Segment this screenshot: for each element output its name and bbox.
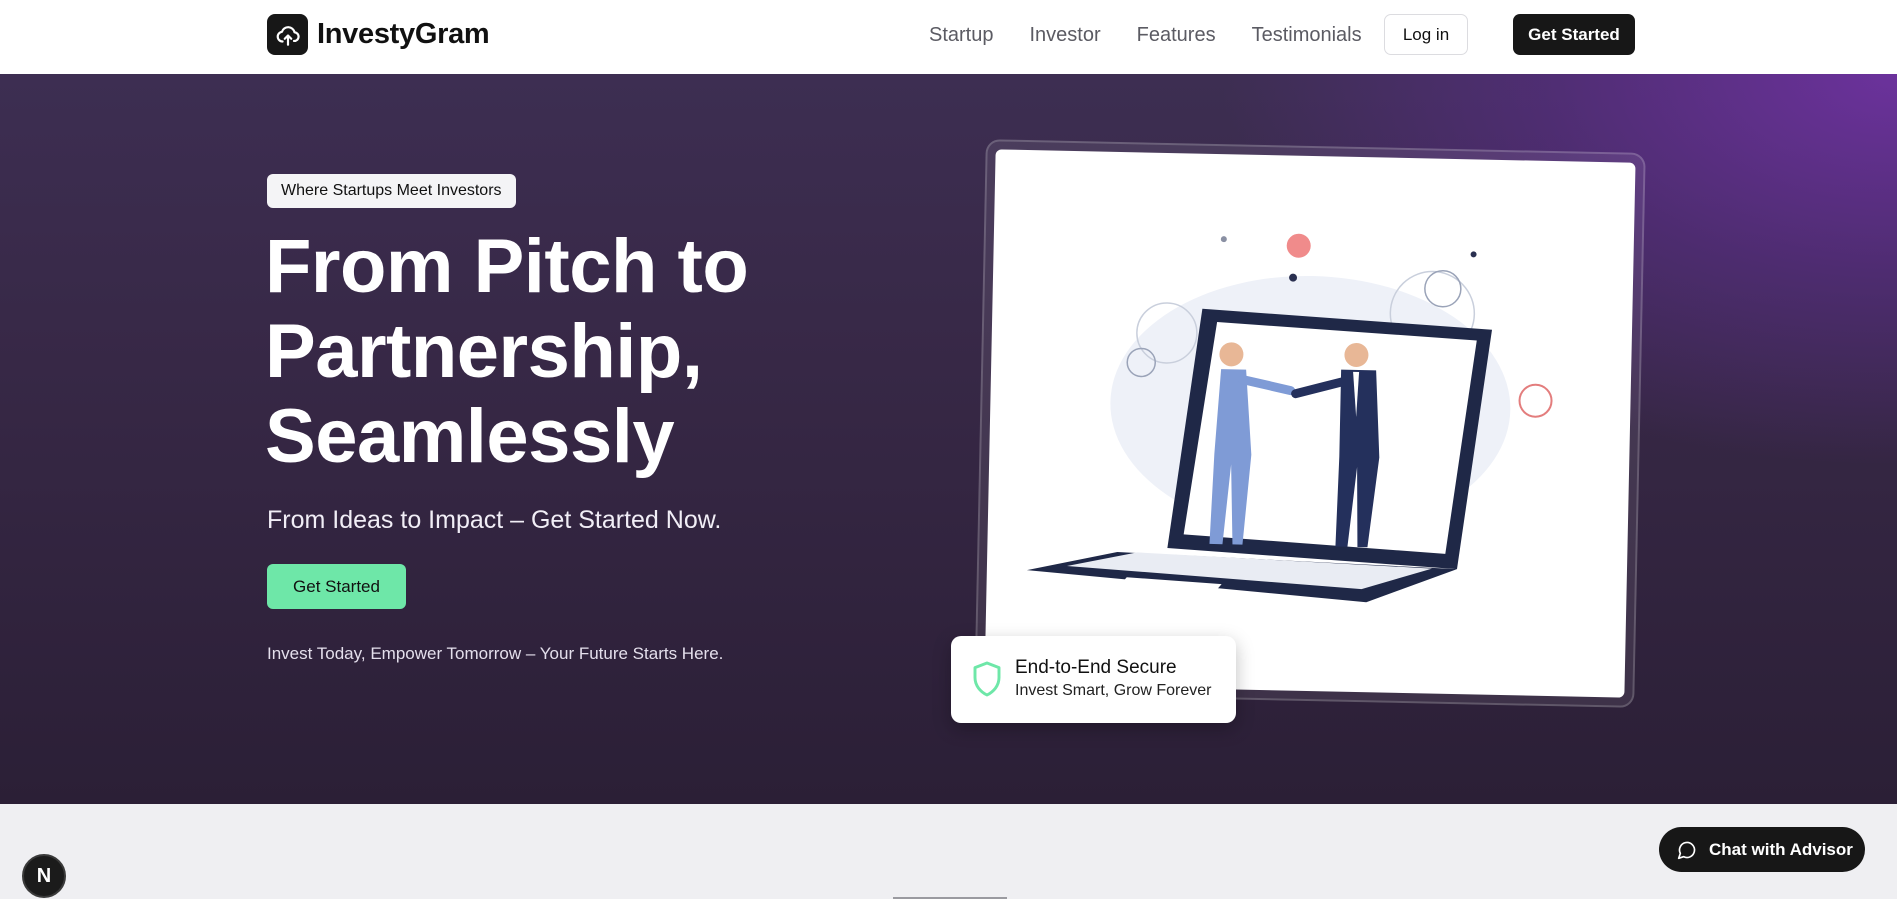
headline-line-3: Seamlessly xyxy=(265,394,675,479)
hero-tagline: Invest Today, Empower Tomorrow – Your Fu… xyxy=(267,644,724,663)
hero-section: Where Startups Meet Investors From Pitch… xyxy=(0,74,1897,804)
nav-link-investor[interactable]: Investor xyxy=(1029,22,1100,48)
shield-icon xyxy=(973,661,1001,697)
top-navbar: InvestyGram Startup Investor Features Te… xyxy=(0,0,1897,74)
nav-link-testimonials[interactable]: Testimonials xyxy=(1252,22,1362,48)
main-nav: Startup Investor Features Testimonials xyxy=(929,22,1362,48)
secure-subtitle: Invest Smart, Grow Forever xyxy=(1015,682,1212,699)
nav-link-features[interactable]: Features xyxy=(1137,22,1216,48)
chat-bubble-icon xyxy=(1677,840,1697,860)
hero-headline: From Pitch to Partnership, Seamlessly xyxy=(265,224,825,479)
secure-title: End-to-End Secure xyxy=(1015,657,1177,678)
hero-subhead: From Ideas to Impact – Get Started Now. xyxy=(267,506,722,534)
brand[interactable]: InvestyGram xyxy=(267,14,490,55)
hero-illustration-frame xyxy=(974,139,1646,708)
brand-name: InvestyGram xyxy=(317,18,490,50)
nav-link-startup[interactable]: Startup xyxy=(929,22,993,48)
secure-card: End-to-End Secure Invest Smart, Grow For… xyxy=(951,636,1236,723)
cloud-upload-icon xyxy=(267,14,308,55)
next-section xyxy=(0,804,1897,899)
hero-illustration xyxy=(984,149,1636,698)
headline-line-2: Partnership, xyxy=(265,309,703,394)
login-button[interactable]: Log in xyxy=(1384,14,1468,55)
dev-tools-badge[interactable]: N xyxy=(22,854,66,898)
chat-button-label: Chat with Advisor xyxy=(1709,839,1853,859)
chat-with-advisor-button[interactable]: Chat with Advisor xyxy=(1659,827,1865,872)
hero-tag: Where Startups Meet Investors xyxy=(267,174,516,208)
header-get-started-button[interactable]: Get Started xyxy=(1513,14,1635,55)
hero-get-started-button[interactable]: Get Started xyxy=(267,564,406,609)
headline-line-1: From Pitch to xyxy=(265,224,749,309)
